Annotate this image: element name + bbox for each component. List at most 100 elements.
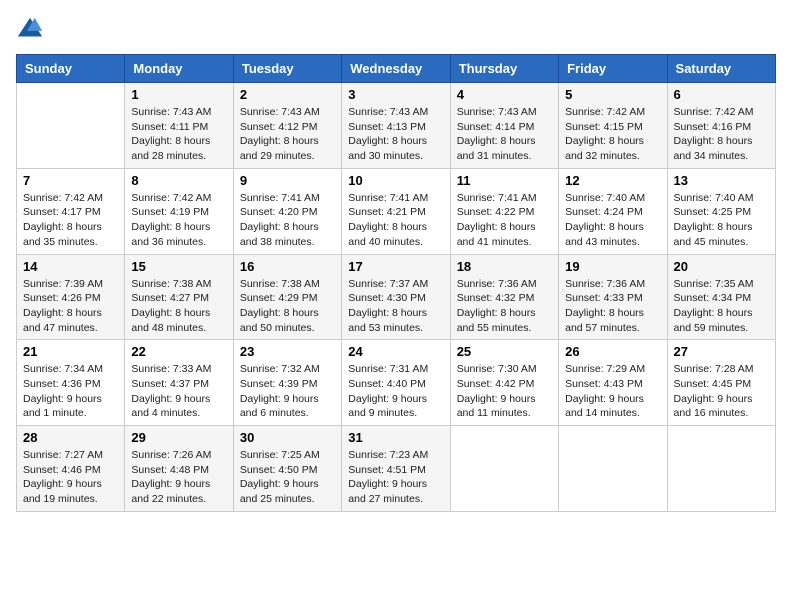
header-day-monday: Monday <box>125 55 233 83</box>
day-number: 30 <box>240 430 335 445</box>
day-info: Sunrise: 7:40 AMSunset: 4:24 PMDaylight:… <box>565 191 660 250</box>
day-cell: 28 Sunrise: 7:27 AMSunset: 4:46 PMDayligh… <box>17 426 125 512</box>
day-number: 4 <box>457 87 552 102</box>
day-cell: 20 Sunrise: 7:35 AMSunset: 4:34 PMDayligh… <box>667 254 775 340</box>
day-number: 25 <box>457 344 552 359</box>
day-cell: 27Sunrise: 7:28 AMSunset: 4:45 PMDayligh… <box>667 340 775 426</box>
day-cell: 9Sunrise: 7:41 AMSunset: 4:20 PMDaylight… <box>233 168 341 254</box>
week-row-0: 1 Sunrise: 7:43 AMSunset: 4:11 PMDaylight… <box>17 83 776 169</box>
day-number: 20 <box>674 259 769 274</box>
day-info: Sunrise: 7:41 AMSunset: 4:22 PMDaylight:… <box>457 191 552 250</box>
day-info: Sunrise: 7:38 AMSunset: 4:29 PMDaylight:… <box>240 277 335 336</box>
week-row-4: 28 Sunrise: 7:27 AMSunset: 4:46 PMDayligh… <box>17 426 776 512</box>
day-number: 22 <box>131 344 226 359</box>
calendar-table: SundayMondayTuesdayWednesdayThursdayFrid… <box>16 54 776 512</box>
day-info: Sunrise: 7:41 AMSunset: 4:21 PMDaylight:… <box>348 191 443 250</box>
day-number: 14 <box>23 259 118 274</box>
day-number: 21 <box>23 344 118 359</box>
day-cell: 13Sunrise: 7:40 AMSunset: 4:25 PMDayligh… <box>667 168 775 254</box>
day-info: Sunrise: 7:39 AMSunset: 4:26 PMDaylight:… <box>23 277 118 336</box>
day-info: Sunrise: 7:32 AMSunset: 4:39 PMDaylight:… <box>240 362 335 421</box>
day-info: Sunrise: 7:29 AMSunset: 4:43 PMDaylight:… <box>565 362 660 421</box>
day-cell: 1 Sunrise: 7:43 AMSunset: 4:11 PMDaylight… <box>125 83 233 169</box>
day-number: 13 <box>674 173 769 188</box>
day-cell <box>450 426 558 512</box>
day-cell: 15 Sunrise: 7:38 AMSunset: 4:27 PMDayligh… <box>125 254 233 340</box>
day-cell: 17 Sunrise: 7:37 AMSunset: 4:30 PMDayligh… <box>342 254 450 340</box>
day-info: Sunrise: 7:42 AMSunset: 4:15 PMDaylight:… <box>565 105 660 164</box>
day-info: Sunrise: 7:26 AMSunset: 4:48 PMDaylight:… <box>131 448 226 507</box>
day-number: 2 <box>240 87 335 102</box>
day-number: 19 <box>565 259 660 274</box>
week-row-2: 14 Sunrise: 7:39 AMSunset: 4:26 PMDayligh… <box>17 254 776 340</box>
day-info: Sunrise: 7:43 AMSunset: 4:12 PMDaylight:… <box>240 105 335 164</box>
week-row-1: 7 Sunrise: 7:42 AMSunset: 4:17 PMDaylight… <box>17 168 776 254</box>
day-number: 18 <box>457 259 552 274</box>
day-info: Sunrise: 7:23 AMSunset: 4:51 PMDaylight:… <box>348 448 443 507</box>
day-cell: 2 Sunrise: 7:43 AMSunset: 4:12 PMDaylight… <box>233 83 341 169</box>
day-info: Sunrise: 7:42 AMSunset: 4:17 PMDaylight:… <box>23 191 118 250</box>
day-cell: 19 Sunrise: 7:36 AMSunset: 4:33 PMDayligh… <box>559 254 667 340</box>
day-cell: 29 Sunrise: 7:26 AMSunset: 4:48 PMDayligh… <box>125 426 233 512</box>
day-number: 11 <box>457 173 552 188</box>
day-cell: 12 Sunrise: 7:40 AMSunset: 4:24 PMDayligh… <box>559 168 667 254</box>
logo-icon <box>16 16 44 44</box>
day-number: 26 <box>565 344 660 359</box>
day-info: Sunrise: 7:36 AMSunset: 4:33 PMDaylight:… <box>565 277 660 336</box>
day-info: Sunrise: 7:36 AMSunset: 4:32 PMDaylight:… <box>457 277 552 336</box>
day-number: 17 <box>348 259 443 274</box>
day-info: Sunrise: 7:43 AMSunset: 4:13 PMDaylight:… <box>348 105 443 164</box>
day-number: 15 <box>131 259 226 274</box>
day-number: 7 <box>23 173 118 188</box>
week-row-3: 21 Sunrise: 7:34 AMSunset: 4:36 PMDayligh… <box>17 340 776 426</box>
day-info: Sunrise: 7:33 AMSunset: 4:37 PMDaylight:… <box>131 362 226 421</box>
day-info: Sunrise: 7:37 AMSunset: 4:30 PMDaylight:… <box>348 277 443 336</box>
day-cell: 14 Sunrise: 7:39 AMSunset: 4:26 PMDayligh… <box>17 254 125 340</box>
day-number: 27 <box>674 344 769 359</box>
day-cell: 23 Sunrise: 7:32 AMSunset: 4:39 PMDayligh… <box>233 340 341 426</box>
day-cell: 18 Sunrise: 7:36 AMSunset: 4:32 PMDayligh… <box>450 254 558 340</box>
day-cell: 8Sunrise: 7:42 AMSunset: 4:19 PMDaylight… <box>125 168 233 254</box>
day-info: Sunrise: 7:43 AMSunset: 4:11 PMDaylight:… <box>131 105 226 164</box>
day-cell: 21 Sunrise: 7:34 AMSunset: 4:36 PMDayligh… <box>17 340 125 426</box>
day-cell <box>559 426 667 512</box>
day-number: 1 <box>131 87 226 102</box>
day-number: 12 <box>565 173 660 188</box>
day-number: 28 <box>23 430 118 445</box>
day-info: Sunrise: 7:34 AMSunset: 4:36 PMDaylight:… <box>23 362 118 421</box>
day-number: 3 <box>348 87 443 102</box>
header-day-wednesday: Wednesday <box>342 55 450 83</box>
day-cell: 4 Sunrise: 7:43 AMSunset: 4:14 PMDaylight… <box>450 83 558 169</box>
day-cell: 16 Sunrise: 7:38 AMSunset: 4:29 PMDayligh… <box>233 254 341 340</box>
day-cell: 26 Sunrise: 7:29 AMSunset: 4:43 PMDayligh… <box>559 340 667 426</box>
day-number: 8 <box>131 173 226 188</box>
day-info: Sunrise: 7:25 AMSunset: 4:50 PMDaylight:… <box>240 448 335 507</box>
day-cell: 3 Sunrise: 7:43 AMSunset: 4:13 PMDaylight… <box>342 83 450 169</box>
day-cell: 25 Sunrise: 7:30 AMSunset: 4:42 PMDayligh… <box>450 340 558 426</box>
day-number: 29 <box>131 430 226 445</box>
day-number: 16 <box>240 259 335 274</box>
day-cell: 5 Sunrise: 7:42 AMSunset: 4:15 PMDaylight… <box>559 83 667 169</box>
header <box>16 16 776 44</box>
header-day-friday: Friday <box>559 55 667 83</box>
day-info: Sunrise: 7:35 AMSunset: 4:34 PMDaylight:… <box>674 277 769 336</box>
day-number: 23 <box>240 344 335 359</box>
header-row: SundayMondayTuesdayWednesdayThursdayFrid… <box>17 55 776 83</box>
day-cell: 6Sunrise: 7:42 AMSunset: 4:16 PMDaylight… <box>667 83 775 169</box>
day-cell: 24Sunrise: 7:31 AMSunset: 4:40 PMDayligh… <box>342 340 450 426</box>
day-info: Sunrise: 7:27 AMSunset: 4:46 PMDaylight:… <box>23 448 118 507</box>
day-number: 5 <box>565 87 660 102</box>
day-info: Sunrise: 7:43 AMSunset: 4:14 PMDaylight:… <box>457 105 552 164</box>
day-number: 6 <box>674 87 769 102</box>
day-cell <box>17 83 125 169</box>
day-info: Sunrise: 7:30 AMSunset: 4:42 PMDaylight:… <box>457 362 552 421</box>
header-day-thursday: Thursday <box>450 55 558 83</box>
day-cell: 7 Sunrise: 7:42 AMSunset: 4:17 PMDaylight… <box>17 168 125 254</box>
day-cell: 10Sunrise: 7:41 AMSunset: 4:21 PMDayligh… <box>342 168 450 254</box>
day-number: 9 <box>240 173 335 188</box>
day-number: 24 <box>348 344 443 359</box>
day-cell: 11 Sunrise: 7:41 AMSunset: 4:22 PMDayligh… <box>450 168 558 254</box>
day-number: 31 <box>348 430 443 445</box>
header-day-tuesday: Tuesday <box>233 55 341 83</box>
day-info: Sunrise: 7:38 AMSunset: 4:27 PMDaylight:… <box>131 277 226 336</box>
